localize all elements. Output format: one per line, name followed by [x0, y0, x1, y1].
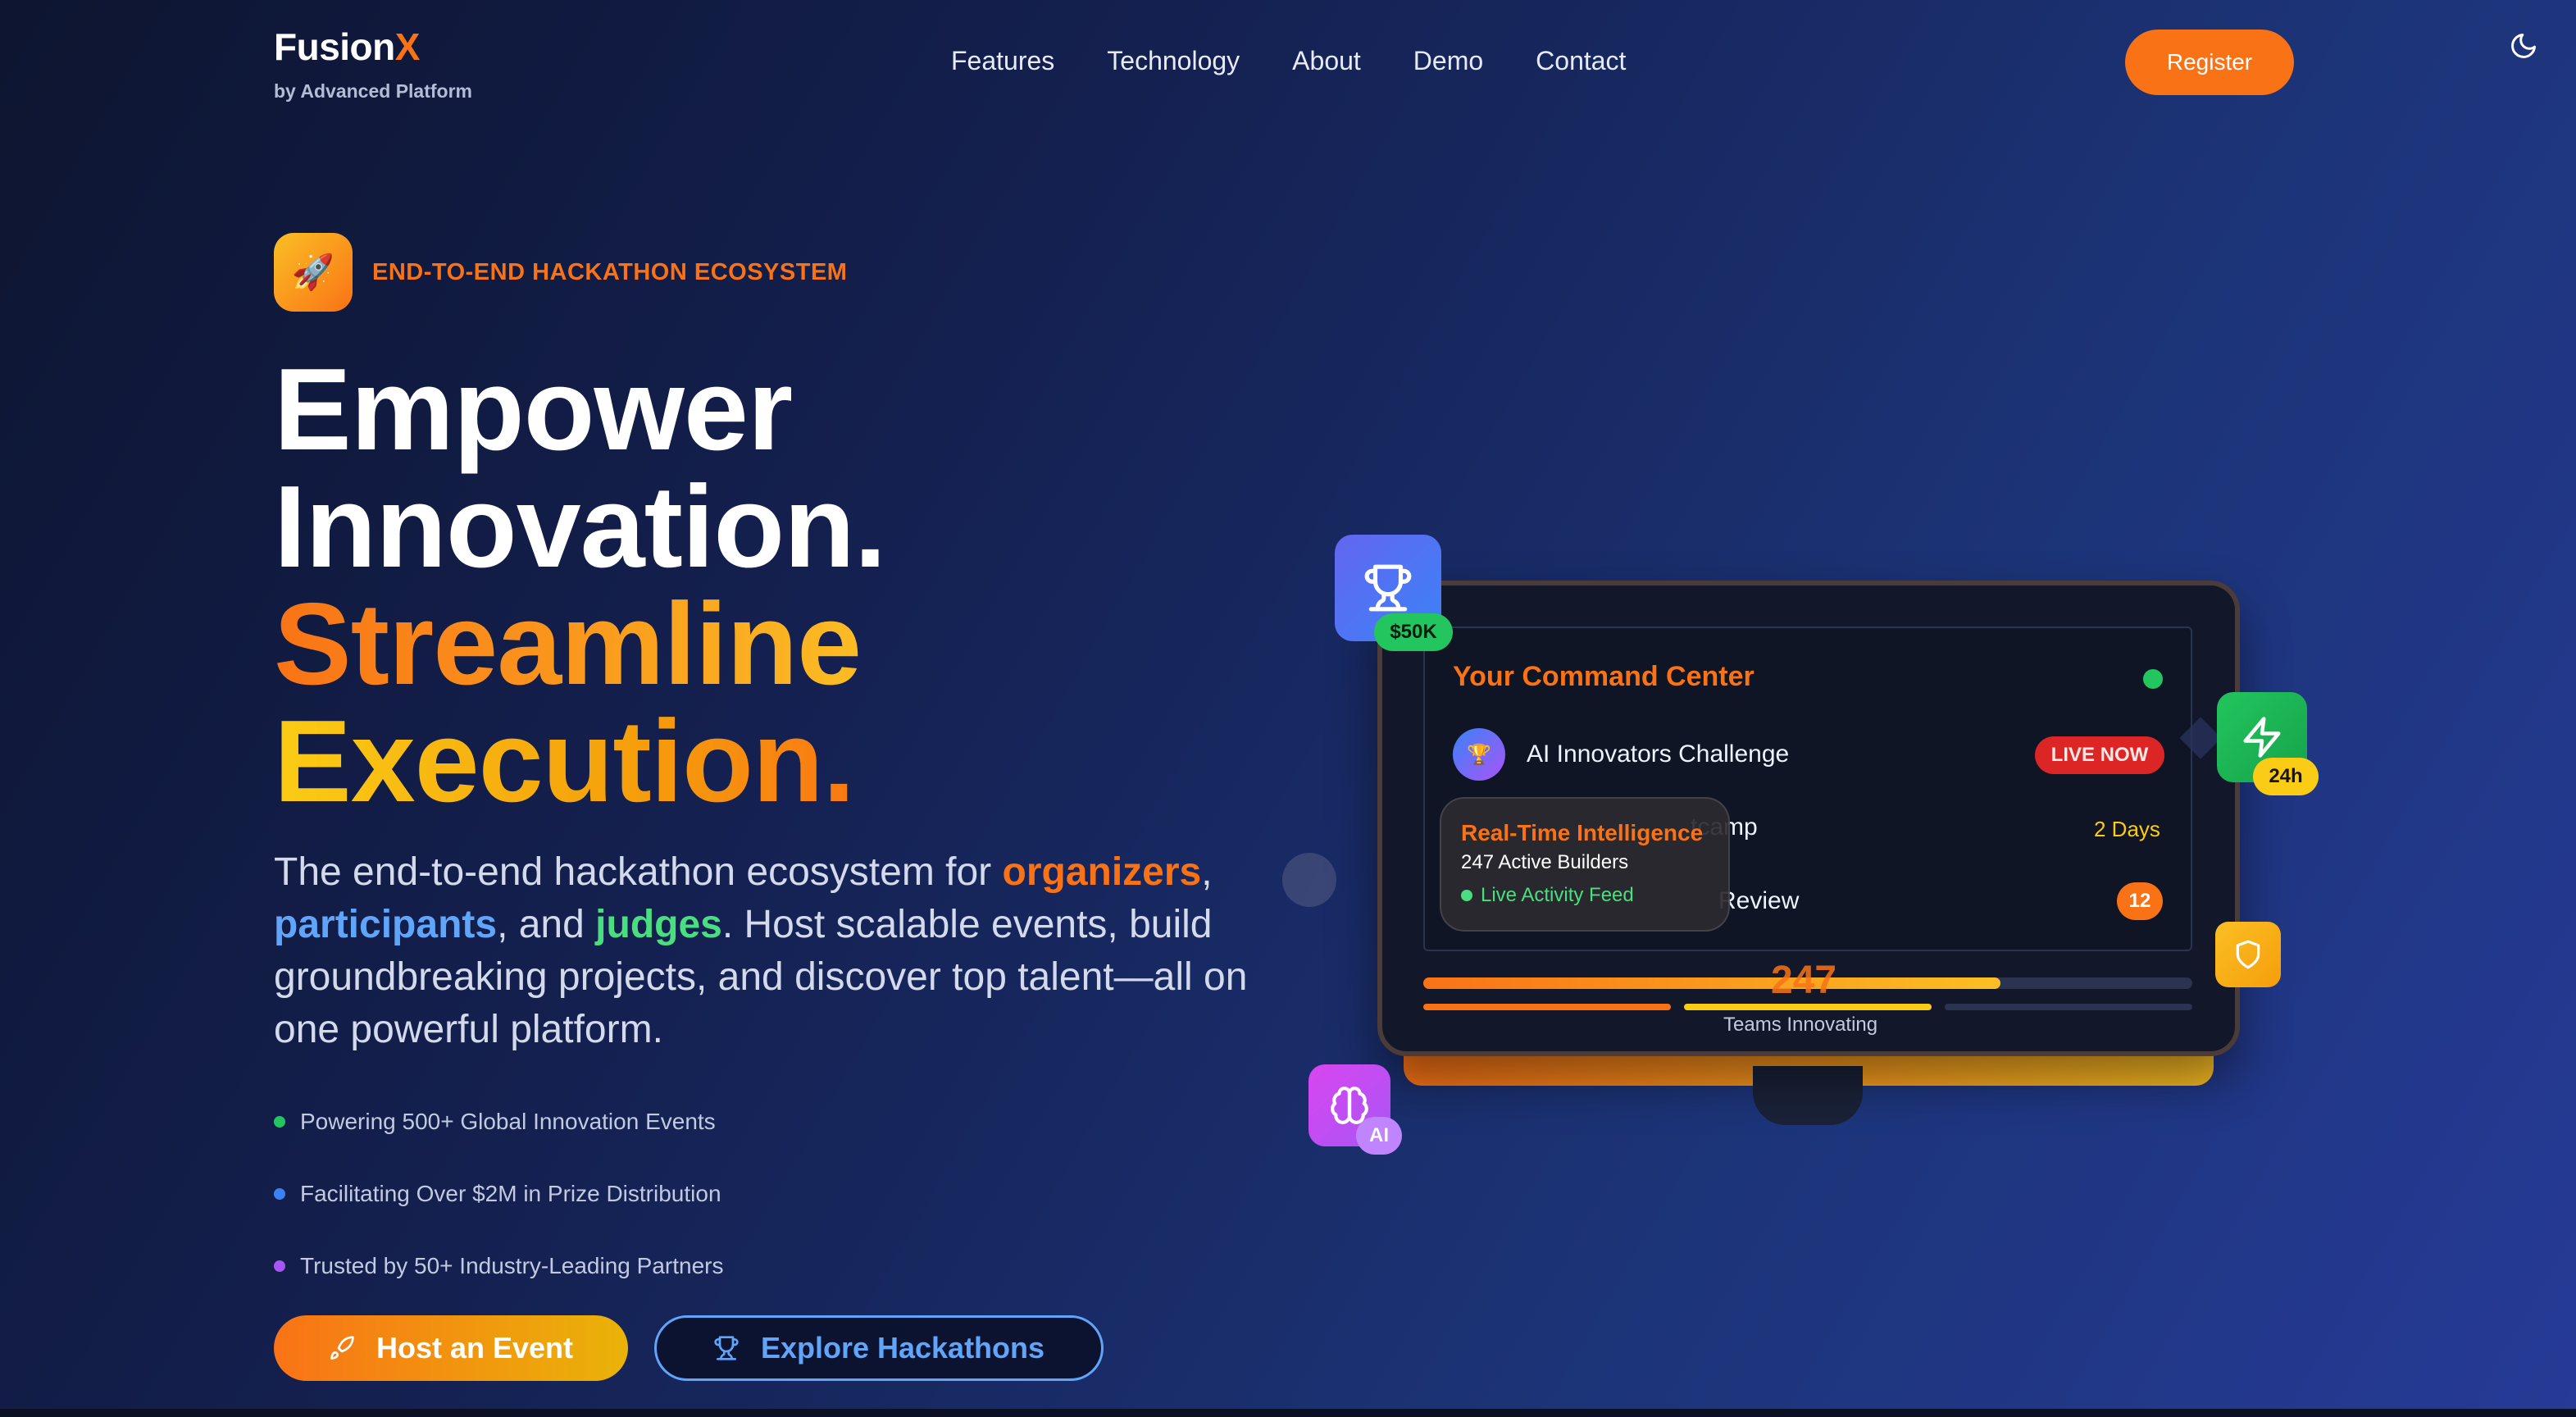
lead-organizers: organizers: [1002, 850, 1202, 894]
nav-link-features[interactable]: Features: [951, 46, 1054, 76]
explore-hackathons-button[interactable]: Explore Hackathons: [654, 1315, 1104, 1381]
brand-name-accent: X: [394, 25, 421, 68]
headline-line-2: Innovation.: [274, 462, 886, 592]
stat-item: Powering 500+ Global Innovation Events: [274, 1086, 723, 1158]
main-nav: Features Technology About Demo Contact: [951, 46, 1626, 76]
ai-badge: AI: [1356, 1117, 1402, 1155]
rocket-icon: [330, 1336, 354, 1360]
stat-item: Facilitating Over $2M in Prize Distribut…: [274, 1158, 723, 1230]
progress-segment: [1423, 1004, 1671, 1010]
lightning-icon: [2243, 717, 2281, 758]
hero-stats-list: Powering 500+ Global Innovation Events F…: [274, 1086, 723, 1302]
host-event-button[interactable]: Host an Event: [274, 1315, 628, 1381]
popover-title: Real-Time Intelligence: [1461, 820, 1704, 845]
trophy-icon: [714, 1336, 739, 1360]
event-row[interactable]: Review: [1718, 887, 1799, 915]
security-card: [2215, 922, 2281, 987]
decorative-circle: [1282, 853, 1336, 907]
stat-item: Trusted by 50+ Industry-Leading Partners: [274, 1230, 723, 1302]
nav-link-about[interactable]: About: [1292, 46, 1361, 76]
device-stand: [1753, 1066, 1863, 1125]
duration-badge: 24h: [2253, 758, 2319, 795]
trophy-icon: 🏆: [1453, 728, 1505, 781]
blue-dot-icon: [274, 1188, 285, 1200]
bottom-edge: [0, 1409, 2576, 1417]
popover-live-feed: Live Activity Feed: [1461, 884, 1634, 907]
register-button[interactable]: Register: [2125, 30, 2294, 95]
progress-fill: [1423, 977, 2000, 989]
hero-headline: Empower Innovation. Streamline Execution…: [274, 344, 886, 820]
brand-logo[interactable]: FusionX by Advanced Platform: [274, 25, 472, 103]
nav-link-demo[interactable]: Demo: [1413, 46, 1483, 76]
hero-lead: The end-to-end hackathon ecosystem for o…: [274, 850, 1248, 1051]
days-remaining: 2 Days: [2094, 817, 2160, 841]
headline-line-1: Empower: [274, 344, 793, 475]
headline-line-4: Execution.: [274, 703, 885, 820]
moon-icon[interactable]: [2509, 31, 2538, 61]
hero-eyebrow: 🚀 END-TO-END HACKATHON ECOSYSTEM: [274, 233, 847, 312]
progress-segment: [1945, 1004, 2192, 1010]
online-status-dot: [2143, 669, 2163, 689]
headline-line-3: Streamline: [274, 585, 885, 703]
lead-judges: judges: [595, 903, 722, 946]
rocket-icon: 🚀: [274, 233, 353, 312]
teams-count: 247: [1771, 959, 1837, 1002]
progress-segment: [1684, 1004, 1932, 1010]
live-dot-icon: [1461, 890, 1472, 901]
review-count-badge: 12: [2117, 882, 2163, 920]
event-row[interactable]: 🏆 AI Innovators Challenge: [1453, 728, 1789, 781]
brand-tagline: by Advanced Platform: [274, 80, 472, 102]
nav-link-contact[interactable]: Contact: [1536, 46, 1626, 76]
purple-dot-icon: [274, 1260, 285, 1272]
green-dot-icon: [274, 1116, 285, 1128]
brand-name: FusionX: [274, 25, 420, 68]
command-center-title: Your Command Center: [1453, 661, 1755, 692]
lead-participants: participants: [274, 903, 498, 946]
shield-icon: [2236, 940, 2260, 969]
prize-badge: $50K: [1374, 613, 1453, 651]
trophy-icon: [1364, 564, 1412, 612]
popover-subtitle: 247 Active Builders: [1461, 851, 1629, 873]
nav-link-technology[interactable]: Technology: [1107, 46, 1240, 76]
live-now-badge: LIVE NOW: [2035, 736, 2164, 774]
eyebrow-text: END-TO-END HACKATHON ECOSYSTEM: [372, 258, 848, 285]
teams-label: Teams Innovating: [1723, 1014, 1878, 1036]
